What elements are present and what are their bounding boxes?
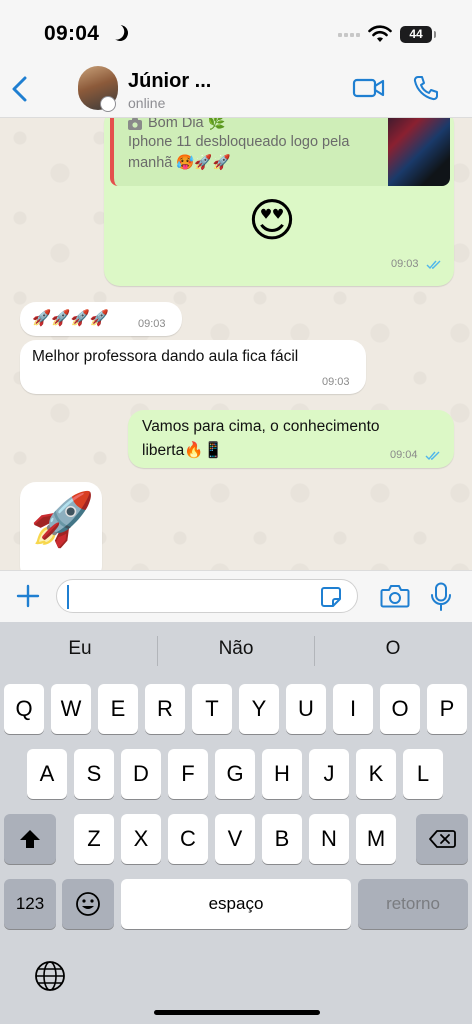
message-bubble-incoming[interactable]: 🚀	[20, 482, 102, 570]
microphone-icon[interactable]	[430, 582, 452, 612]
reply-line-1: Bom Dia 🌿	[148, 118, 226, 131]
shift-icon	[20, 830, 40, 848]
text-caret	[67, 585, 69, 609]
key-f[interactable]: F	[168, 749, 208, 799]
camera-icon	[128, 118, 142, 130]
key-h[interactable]: H	[262, 749, 302, 799]
shift-key[interactable]	[4, 814, 56, 864]
video-call-icon[interactable]	[352, 76, 386, 100]
chat-area[interactable]: Bom Dia 🌿 Iphone 11 desbloqueado logo pe…	[0, 118, 472, 570]
plus-icon[interactable]	[16, 584, 40, 608]
key-z[interactable]: Z	[74, 814, 114, 864]
backspace-key[interactable]	[416, 814, 468, 864]
numbers-key[interactable]: 123	[4, 879, 56, 929]
message-input[interactable]	[56, 579, 358, 613]
key-p[interactable]: P	[427, 684, 467, 734]
chat-header: Júnior ... online	[0, 60, 472, 118]
message-bubble-incoming[interactable]: 🚀🚀🚀🚀 09:03	[20, 302, 182, 336]
status-bar: 09:04 44	[0, 0, 472, 60]
message-time: 09:03	[322, 376, 350, 388]
reply-thumbnail	[388, 118, 450, 186]
status-time: 09:04	[44, 22, 100, 45]
suggestion-1[interactable]: Eu	[2, 638, 158, 660]
wifi-icon	[368, 25, 392, 42]
key-t[interactable]: T	[192, 684, 232, 734]
backspace-icon	[429, 830, 456, 848]
message-emoji: 🚀	[30, 491, 95, 549]
message-text: 🚀🚀🚀🚀	[32, 310, 110, 327]
key-l[interactable]: L	[403, 749, 443, 799]
message-input-bar	[0, 570, 472, 622]
message-bubble-incoming[interactable]: Melhor professora dando aula fica fácil …	[20, 340, 366, 394]
key-n[interactable]: N	[309, 814, 349, 864]
suggestion-3[interactable]: O	[315, 638, 471, 660]
message-bubble-outgoing[interactable]: Bom Dia 🌿 Iphone 11 desbloqueado logo pe…	[104, 118, 454, 286]
key-j[interactable]: J	[309, 749, 349, 799]
quoted-reply[interactable]: Bom Dia 🌿 Iphone 11 desbloqueado logo pe…	[110, 118, 450, 186]
key-q[interactable]: Q	[4, 684, 44, 734]
key-s[interactable]: S	[74, 749, 114, 799]
read-ticks-icon	[425, 451, 440, 461]
key-v[interactable]: V	[215, 814, 255, 864]
emoji-icon	[76, 892, 100, 916]
home-indicator	[154, 1010, 320, 1015]
phone-call-icon[interactable]	[412, 74, 440, 102]
key-k[interactable]: K	[356, 749, 396, 799]
key-a[interactable]: A	[27, 749, 67, 799]
message-time: 09:04	[390, 449, 418, 461]
message-time: 09:03	[391, 258, 419, 270]
sticker-icon[interactable]	[320, 586, 342, 608]
reply-line-3: manhã 🥵🚀🚀	[128, 155, 231, 171]
key-e[interactable]: E	[98, 684, 138, 734]
back-chevron-icon[interactable]	[10, 76, 30, 102]
contact-name[interactable]: Júnior ...	[128, 70, 211, 93]
space-key[interactable]: espaço	[121, 879, 351, 929]
message-emoji: 😍	[248, 194, 296, 246]
key-w[interactable]: W	[51, 684, 91, 734]
message-text-line-2: liberta🔥📱	[142, 442, 223, 459]
key-c[interactable]: C	[168, 814, 208, 864]
message-text: Melhor professora dando aula fica fácil	[32, 348, 299, 365]
key-g[interactable]: G	[215, 749, 255, 799]
emoji-key[interactable]	[62, 879, 114, 929]
key-d[interactable]: D	[121, 749, 161, 799]
keyboard: Eu Não O Q W E R T Y U I O P A S D F G H…	[0, 622, 472, 1024]
reply-line-2: Iphone 11 desbloqueado logo pela	[128, 134, 350, 150]
message-text-line-1: Vamos para cima, o conhecimento	[142, 418, 380, 435]
camera-icon[interactable]	[380, 583, 410, 609]
signal-icon	[338, 33, 360, 37]
suggestion-2[interactable]: Não	[158, 638, 314, 660]
message-time: 09:03	[138, 318, 166, 330]
key-m[interactable]: M	[356, 814, 396, 864]
key-o[interactable]: O	[380, 684, 420, 734]
contact-status: online	[128, 95, 166, 111]
disappearing-timer-icon	[100, 96, 116, 112]
key-b[interactable]: B	[262, 814, 302, 864]
key-r[interactable]: R	[145, 684, 185, 734]
moon-icon	[110, 23, 131, 44]
key-u[interactable]: U	[286, 684, 326, 734]
key-i[interactable]: I	[333, 684, 373, 734]
key-y[interactable]: Y	[239, 684, 279, 734]
return-key[interactable]: retorno	[358, 879, 468, 929]
read-ticks-icon	[426, 260, 441, 270]
message-bubble-outgoing[interactable]: Vamos para cima, o conhecimento liberta🔥…	[128, 410, 454, 468]
globe-icon[interactable]	[34, 960, 66, 992]
battery-icon: 44	[400, 26, 436, 43]
key-x[interactable]: X	[121, 814, 161, 864]
